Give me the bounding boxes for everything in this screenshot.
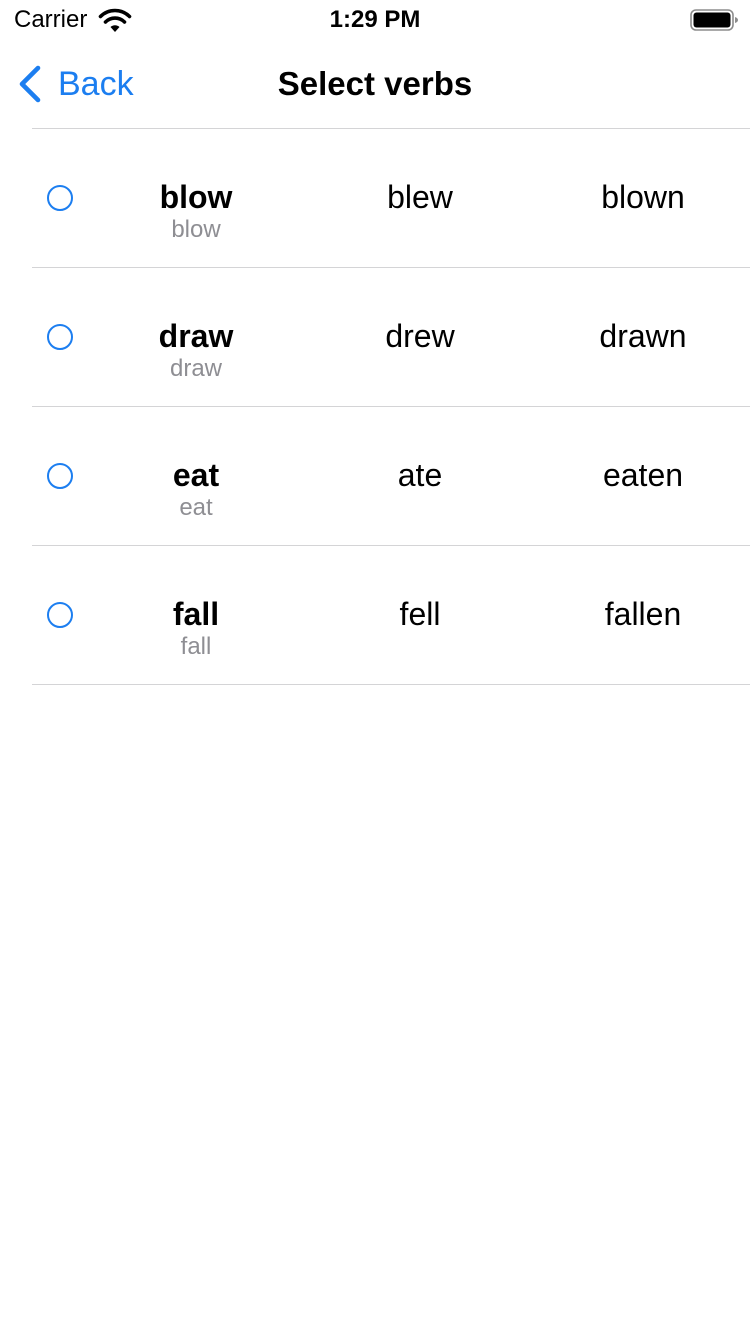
base-form-column: fall fall: [96, 596, 296, 662]
verb-row-fall[interactable]: fall fall fell fallen: [0, 546, 750, 684]
participle-form: fallen: [604, 596, 682, 632]
verb-row-eat[interactable]: eat eat ate eaten: [0, 407, 750, 545]
base-form-subtitle: blow: [171, 216, 221, 243]
page-title: Select verbs: [277, 65, 473, 102]
radio-button[interactable]: [47, 463, 73, 489]
participle-form: eaten: [602, 457, 684, 493]
base-form-column: draw draw: [96, 318, 296, 384]
radio-button[interactable]: [47, 185, 73, 211]
radio-button[interactable]: [47, 602, 73, 628]
base-form-column: eat eat: [96, 457, 296, 523]
past-form: ate: [397, 457, 443, 493]
battery-icon: [690, 9, 738, 31]
base-form: draw: [158, 318, 234, 354]
participle-form: drawn: [599, 318, 687, 354]
base-form: fall: [172, 596, 220, 632]
past-form: drew: [385, 318, 455, 354]
base-form-subtitle: fall: [180, 633, 212, 660]
base-form: blow: [159, 179, 233, 215]
navigation-bar: Back Select verbs: [0, 40, 750, 128]
participle-form: blown: [601, 179, 685, 215]
verb-row-draw[interactable]: draw draw drew drawn: [0, 268, 750, 406]
base-form-column: blow blow: [96, 179, 296, 245]
clock: 1:29 PM: [329, 6, 421, 33]
verb-list: blow blow blew blown draw draw drew draw…: [0, 128, 750, 685]
base-form-subtitle: draw: [169, 355, 223, 382]
past-form: fell: [399, 596, 441, 632]
base-form: eat: [172, 457, 220, 493]
verb-row-blow[interactable]: blow blow blew blown: [0, 129, 750, 267]
past-form: blew: [387, 179, 453, 215]
status-bar: Carrier 1:29 PM: [0, 0, 750, 40]
divider: [32, 684, 750, 685]
radio-button[interactable]: [47, 324, 73, 350]
base-form-subtitle: eat: [179, 494, 213, 521]
